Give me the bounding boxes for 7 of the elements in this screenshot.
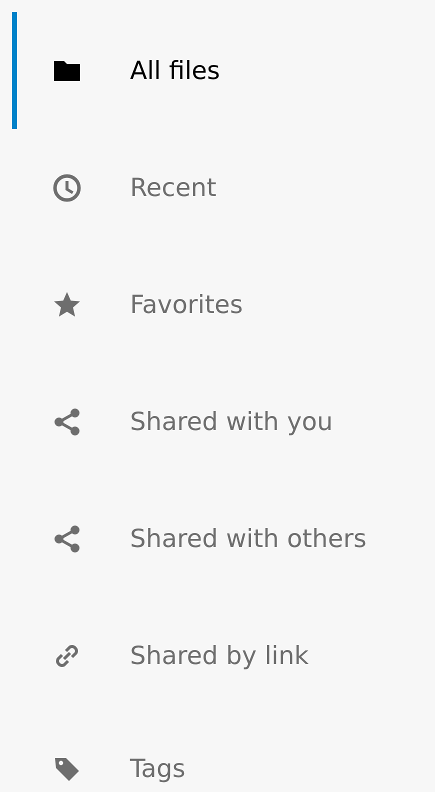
sidebar-item[interactable]: Recent <box>12 129 435 246</box>
sidebar-item[interactable]: Tags <box>12 714 435 792</box>
sidebar-item[interactable]: All files <box>12 12 435 129</box>
sidebar-item[interactable]: Shared with others <box>12 480 435 597</box>
sidebar-item[interactable]: Shared by link <box>12 597 435 714</box>
sidebar-item[interactable]: Shared with you <box>12 363 435 480</box>
sidebar-item[interactable]: Favorites <box>12 246 435 363</box>
